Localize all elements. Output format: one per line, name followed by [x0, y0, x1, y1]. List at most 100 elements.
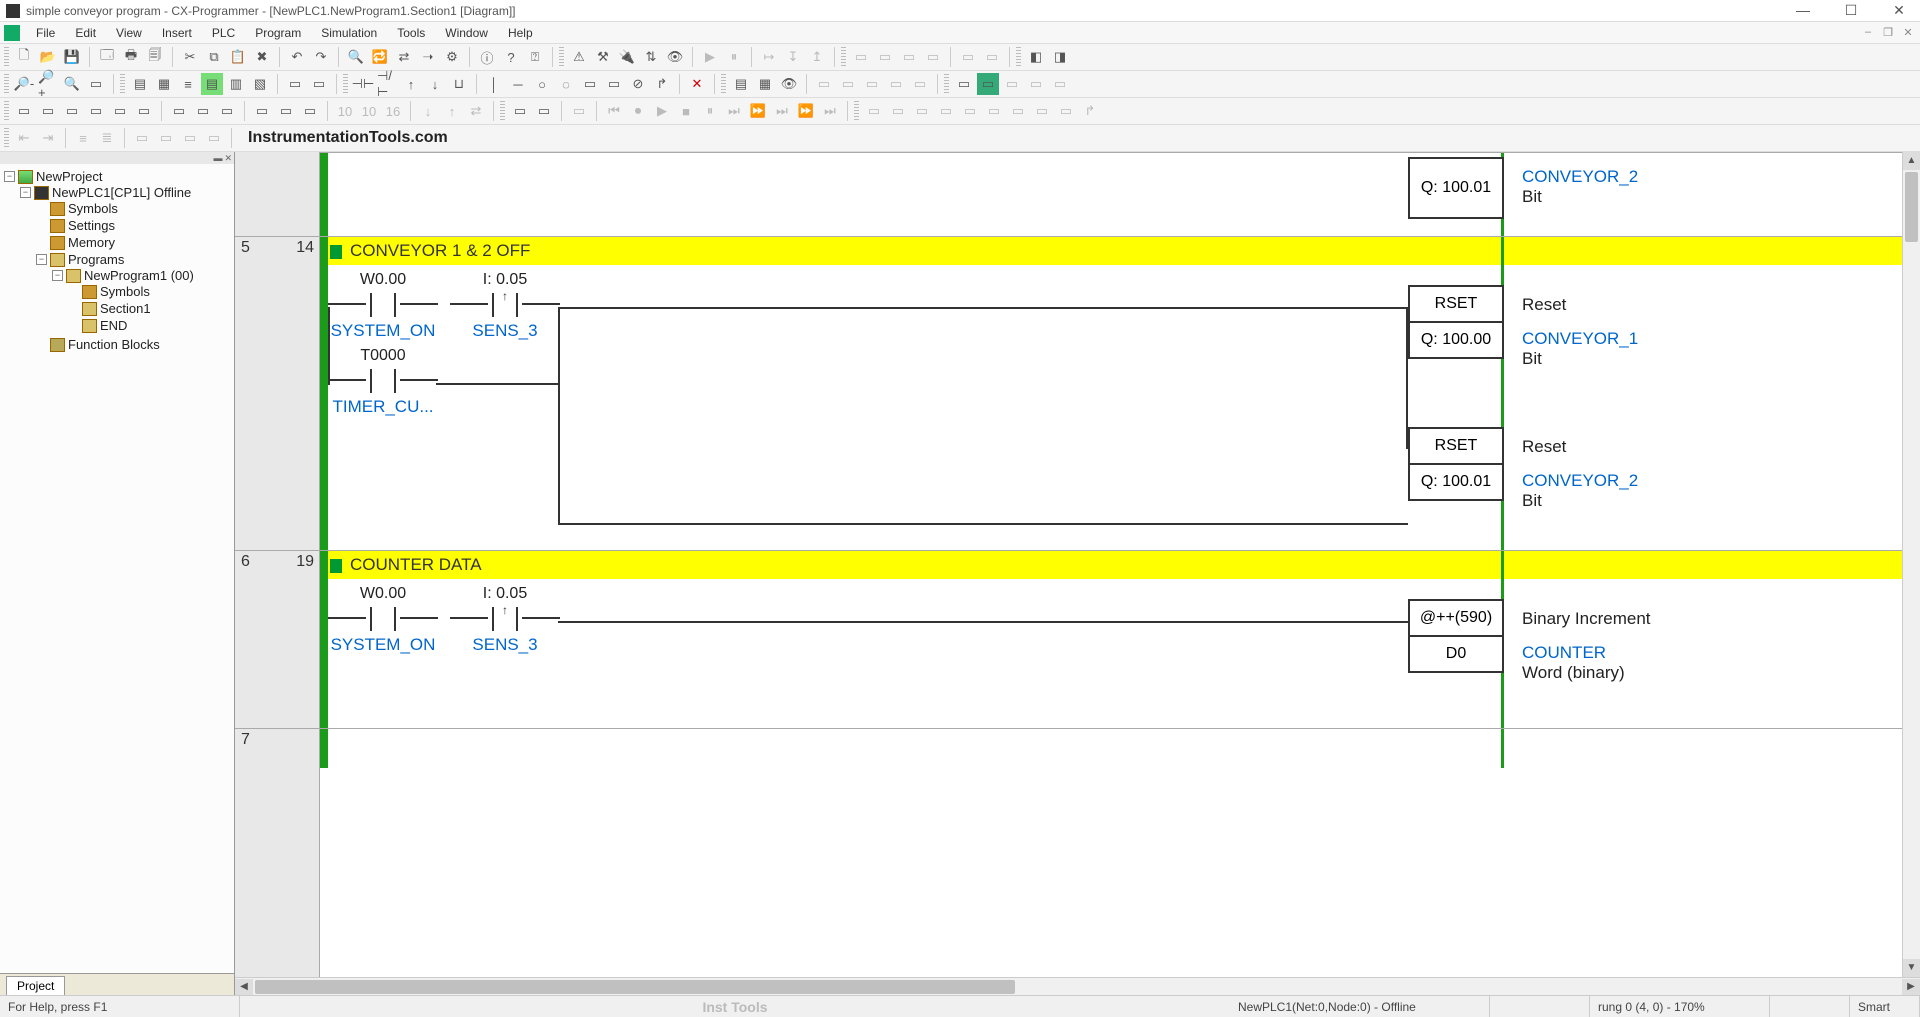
new-icon[interactable]: 🗋 [13, 46, 35, 68]
paste-icon[interactable]: 📋 [227, 46, 249, 68]
tree-program[interactable]: NewProgram1 (00) [84, 268, 194, 283]
ladder-diagram[interactable]: Q: 100.01 CONVEYOR_2 Bit 5 14 CONVEYOR 1… [235, 152, 1920, 977]
watch-icon[interactable]: 👁 [778, 73, 800, 95]
scroll-down-icon[interactable]: ▼ [1903, 959, 1920, 977]
contact-timer[interactable]: T0000 TIMER_CU... [328, 347, 438, 417]
p-last-icon[interactable]: ⏭ [819, 100, 841, 122]
p-end-icon[interactable]: ⏭ [771, 100, 793, 122]
rung-gutter-7[interactable]: 7 [235, 728, 320, 768]
e1-icon[interactable]: ▭ [953, 73, 975, 95]
rung-gutter-5[interactable]: 5 14 [235, 236, 320, 550]
grip[interactable] [854, 101, 859, 121]
contact-no-icon[interactable]: ⊣⊢ [352, 73, 374, 95]
g2-icon[interactable]: ▭ [887, 100, 909, 122]
opt-icon[interactable]: ⚙ [441, 46, 463, 68]
save-icon[interactable]: 💾 [61, 46, 83, 68]
maximize-button[interactable]: ☐ [1836, 2, 1866, 19]
horizontal-scrollbar[interactable]: ◀ ▶ [235, 977, 1920, 995]
step-icon[interactable]: ↦ [758, 46, 780, 68]
f3-icon[interactable]: ▭ [179, 127, 201, 149]
plc1-icon[interactable]: ▭ [850, 46, 872, 68]
f2-icon[interactable]: ▭ [155, 127, 177, 149]
g5-icon[interactable]: ▭ [959, 100, 981, 122]
menu-window[interactable]: Window [437, 24, 496, 42]
view3-icon[interactable]: ≡ [177, 73, 199, 95]
align2-icon[interactable]: ≣ [96, 127, 118, 149]
expander[interactable]: − [4, 171, 15, 182]
p-rec-icon[interactable]: ⏺ [627, 100, 649, 122]
info-icon[interactable]: ⓘ [476, 46, 498, 68]
f4-icon[interactable]: ▭ [203, 127, 225, 149]
coil-inv-icon[interactable]: ◌ [555, 73, 577, 95]
not-icon[interactable]: ⊘ [627, 73, 649, 95]
sim3-icon[interactable]: ▭ [568, 100, 590, 122]
close-button[interactable]: ✕ [1884, 2, 1914, 19]
contact-sens3[interactable]: I: 0.05 ↑ SENS_3 [450, 585, 560, 655]
contact-system-on[interactable]: W0.00 SYSTEM_ON [328, 585, 438, 655]
tab-project[interactable]: Project [6, 976, 65, 995]
run-icon[interactable]: ▶ [699, 46, 721, 68]
warn-icon[interactable]: ⚠ [568, 46, 590, 68]
rung-gutter-6[interactable]: 6 19 [235, 550, 320, 728]
w8-icon[interactable]: ▭ [192, 100, 214, 122]
tree-symbols[interactable]: Symbols [68, 201, 118, 216]
w1-icon[interactable]: ▭ [13, 100, 35, 122]
w2-icon[interactable]: ▭ [37, 100, 59, 122]
mdi-minimize[interactable]: – [1860, 26, 1876, 39]
rung-body-7[interactable] [320, 728, 1902, 768]
menu-file[interactable]: File [28, 24, 63, 42]
g4-icon[interactable]: ▭ [935, 100, 957, 122]
w9-icon[interactable]: ▭ [216, 100, 238, 122]
g3-icon[interactable]: ▭ [911, 100, 933, 122]
indent-r-icon[interactable]: ⇥ [37, 127, 59, 149]
line-v-icon[interactable]: │ [483, 73, 505, 95]
print-icon[interactable]: 🖶 [120, 46, 142, 68]
compile-icon[interactable]: ⚒ [592, 46, 614, 68]
minimize-button[interactable]: — [1788, 2, 1818, 19]
w15-icon[interactable]: 16 [382, 100, 404, 122]
g8-icon[interactable]: ▭ [1031, 100, 1053, 122]
p-ff-icon[interactable]: ⏩ [747, 100, 769, 122]
contact-sens3[interactable]: I: 0.05 ↑ SENS_3 [450, 271, 560, 341]
menu-plc[interactable]: PLC [204, 24, 243, 42]
contact-nc-icon[interactable]: ⊣/⊢ [376, 73, 398, 95]
w10-icon[interactable]: ▭ [251, 100, 273, 122]
coil-icon[interactable]: ○ [531, 73, 553, 95]
grip[interactable] [4, 74, 9, 94]
view5-icon[interactable]: ▥ [225, 73, 247, 95]
w12-icon[interactable]: ▭ [299, 100, 321, 122]
out-box-1[interactable]: RSET Q: 100.00 [1408, 285, 1504, 359]
sidebar-close-icon[interactable]: ✕ [224, 153, 232, 164]
line-h-icon[interactable]: ─ [507, 73, 529, 95]
w5-icon[interactable]: ▭ [109, 100, 131, 122]
rung-body-5[interactable]: CONVEYOR 1 & 2 OFF W0.00 SYSTEM_ON I: 0.… [320, 236, 1902, 550]
grip[interactable] [944, 74, 949, 94]
view1-icon[interactable]: ▤ [129, 73, 151, 95]
w14-icon[interactable]: 10 [358, 100, 380, 122]
grip[interactable] [1016, 47, 1021, 67]
g1-icon[interactable]: ▭ [863, 100, 885, 122]
open-icon[interactable]: 📂 [37, 46, 59, 68]
monitor-icon[interactable]: 👁 [664, 46, 686, 68]
scroll-thumb[interactable] [255, 980, 1015, 994]
goto-icon[interactable]: ➝ [417, 46, 439, 68]
grip[interactable] [343, 74, 348, 94]
grip[interactable] [559, 47, 564, 67]
w3-icon[interactable]: ▭ [61, 100, 83, 122]
mdi-restore[interactable]: ❐ [1880, 26, 1896, 39]
tree-programs[interactable]: Programs [68, 252, 124, 267]
tool-b-icon[interactable]: ◨ [1049, 46, 1071, 68]
e3-icon[interactable]: ▭ [1001, 73, 1023, 95]
plc3-icon[interactable]: ▭ [898, 46, 920, 68]
tree-prog-symbols[interactable]: Symbols [100, 284, 150, 299]
menu-view[interactable]: View [108, 24, 150, 42]
w18-icon[interactable]: ⇄ [465, 100, 487, 122]
menu-insert[interactable]: Insert [154, 24, 200, 42]
scroll-thumb[interactable] [1905, 172, 1918, 242]
zoom-in-icon[interactable]: 🔎+ [37, 73, 59, 95]
project-tree[interactable]: −NewProject −NewPLC1[CP1L] Offline Symbo… [0, 164, 234, 973]
menu-edit[interactable]: Edit [67, 24, 104, 42]
e4-icon[interactable]: ▭ [1025, 73, 1047, 95]
expander[interactable]: − [52, 270, 63, 281]
xref-icon[interactable]: ⇄ [393, 46, 415, 68]
